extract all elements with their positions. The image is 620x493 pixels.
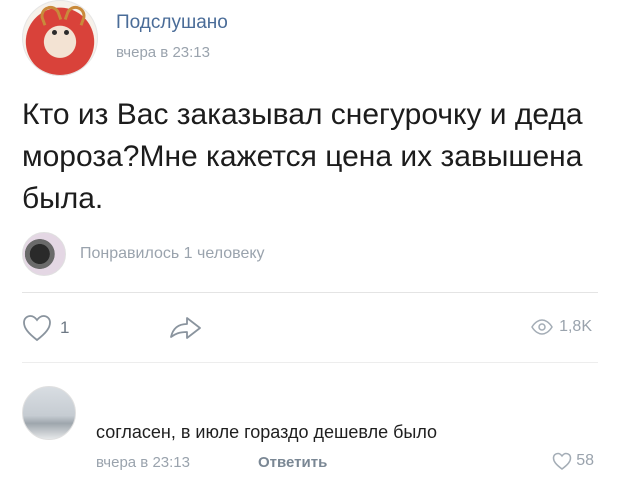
avatar-deer-eye [52,30,57,35]
likers-row[interactable]: Понравилось 1 человеку [22,232,602,276]
heart-outline-icon [23,315,51,342]
post-header: Подслушано вчера в 23:13 [22,0,602,80]
like-count: 1 [60,318,70,337]
divider [22,292,598,293]
comment: согласен, в июле гораздо дешевле было вч… [22,382,602,482]
avatar-deer-eye [64,30,69,35]
group-name-link[interactable]: Подслушано [116,12,228,34]
post-timestamp: вчера в 23:13 [116,44,210,61]
likers-text[interactable]: Понравилось 1 человеку [80,245,265,263]
comment-like-count: 58 [576,452,594,469]
comment-text: согласен, в июле гораздо дешевле было [96,422,438,442]
liker-avatar[interactable] [22,232,66,276]
avatar-deer-antler [37,3,63,26]
post-text: Кто из Вас заказывал снегурочку и деда м… [22,98,583,215]
share-button[interactable] [168,314,204,342]
reply-button[interactable]: Ответить [258,454,327,471]
comment-timestamp: вчера в 23:13 [96,454,190,471]
heart-outline-icon [552,452,572,470]
avatar-deer-antler [63,3,89,26]
post-actions: 1 1,8K [22,306,598,350]
views-count: 1,8K [559,318,592,335]
group-avatar[interactable] [22,0,98,76]
divider [22,362,598,363]
share-arrow-icon [170,317,201,339]
eye-icon [531,319,553,335]
commenter-avatar[interactable] [22,386,76,440]
views-counter: 1,8K [531,318,592,336]
comment-like-button[interactable]: 58 [552,452,594,470]
like-button[interactable]: 1 [22,312,69,344]
